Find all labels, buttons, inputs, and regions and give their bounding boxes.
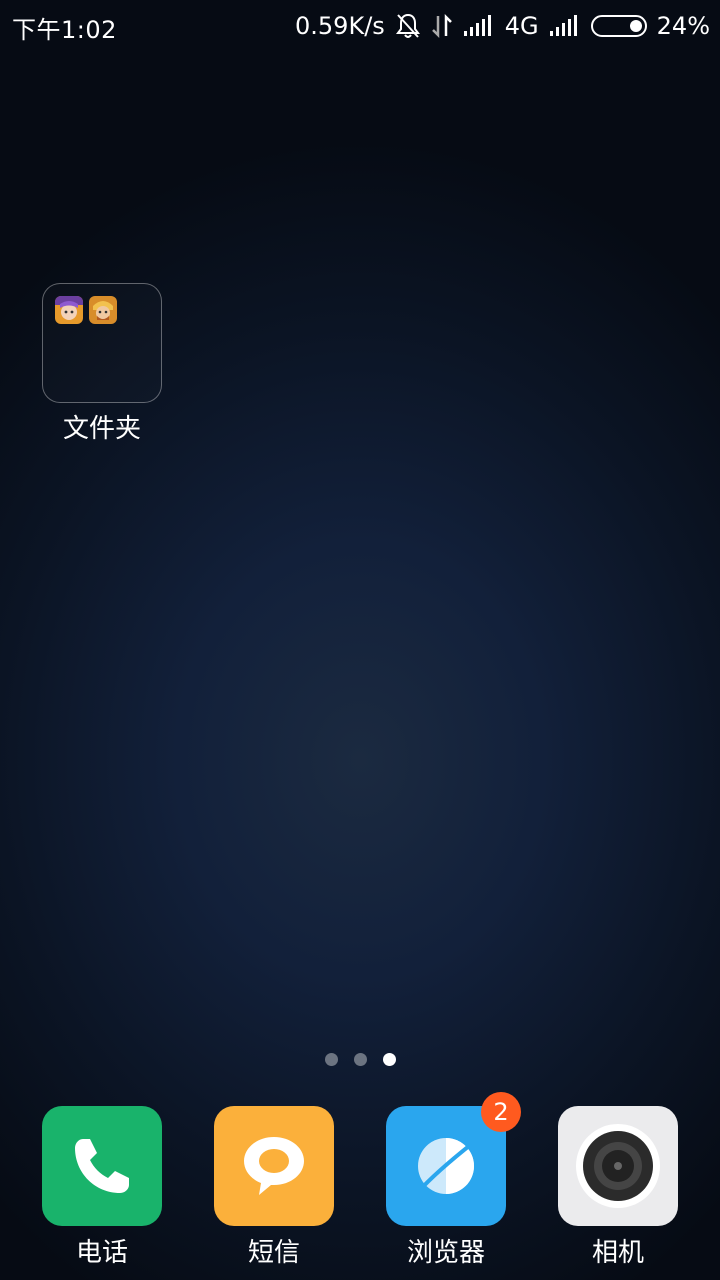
page-indicator	[0, 1053, 720, 1066]
battery-icon	[590, 15, 647, 37]
status-right-group: 0.59K/s 4G 24%	[295, 8, 710, 44]
game-icon-1	[55, 296, 83, 324]
page-dot[interactable]	[324, 1053, 338, 1066]
dock-app-messages[interactable]: 短信	[214, 1106, 334, 1268]
folder-label: 文件夹	[62, 414, 141, 444]
message-icon[interactable]	[214, 1106, 334, 1226]
dock-label: 短信	[247, 1238, 300, 1268]
camera-icon[interactable]	[558, 1106, 678, 1226]
browser-icon[interactable]: 2	[386, 1092, 521, 1226]
app-folder[interactable]	[42, 283, 162, 403]
data-transfer-icon	[431, 13, 453, 39]
network-type: 4G	[504, 12, 539, 40]
dock-app-camera[interactable]: 相机	[558, 1106, 678, 1268]
network-speed: 0.59K/s	[295, 12, 385, 40]
battery-percent: 24%	[656, 12, 710, 40]
page-dot[interactable]	[353, 1053, 367, 1066]
status-time: 下午1:02	[12, 16, 117, 44]
dock-label: 浏览器	[406, 1238, 485, 1268]
mute-bell-icon	[395, 12, 421, 40]
status-bar: 下午1:02 0.59K/s 4G 24%	[0, 0, 720, 52]
page-dot-active[interactable]	[382, 1053, 396, 1066]
dock-label: 电话	[75, 1238, 128, 1268]
signal-icon	[549, 15, 581, 37]
notification-badge: 2	[481, 1092, 521, 1132]
phone-icon[interactable]	[42, 1106, 162, 1226]
dock-app-phone[interactable]: 电话	[42, 1106, 162, 1268]
dock-label: 相机	[591, 1238, 644, 1268]
dock-app-browser[interactable]: 2 浏览器	[386, 1092, 521, 1268]
game-icon-2	[89, 296, 117, 324]
signal-icon	[463, 15, 495, 37]
